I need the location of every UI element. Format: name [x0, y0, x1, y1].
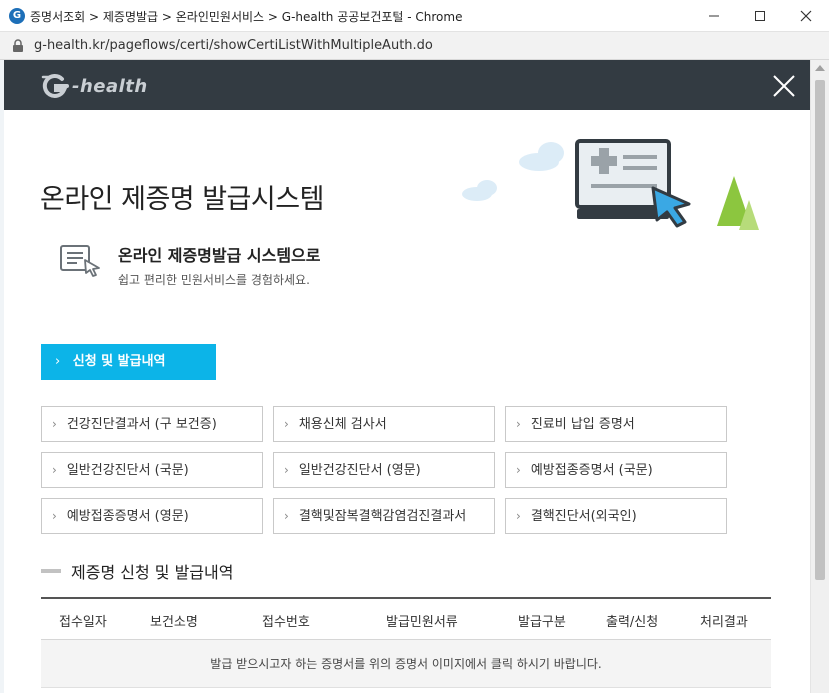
- url-text[interactable]: g-health.kr/pageflows/certi/showCertiLis…: [34, 38, 433, 53]
- intro-subtitle: 쉽고 편리한 민원서비스를 경험하세요.: [118, 273, 310, 287]
- table-empty-row: 발급 받으시고자 하는 증명서를 위의 증명서 이미지에서 클릭 하시기 바랍니…: [41, 640, 771, 688]
- cert-label: 결핵진단서(외국인): [530, 509, 637, 524]
- chevron-right-icon: ›: [284, 509, 289, 523]
- lock-icon: [13, 39, 23, 52]
- chevron-right-icon: ›: [516, 417, 521, 431]
- section-heading: 제증명 신청 및 발급내역: [41, 559, 233, 583]
- window-titlebar: G 증명서조회 > 제증명발급 > 온라인민원서비스 > G-health 공공…: [0, 0, 829, 32]
- document-cursor-icon: [60, 245, 100, 277]
- column-header: 출력/신청: [606, 615, 659, 630]
- site-header: -health: [4, 60, 810, 110]
- column-header: 접수번호: [262, 615, 310, 630]
- hero-illustration: [462, 139, 759, 230]
- scrollbar-thumb[interactable]: [815, 80, 825, 580]
- column-header: 발급민원서류: [386, 615, 458, 630]
- cert-label: 예방접종증명서 (국문): [530, 463, 653, 478]
- chevron-right-icon: ›: [52, 463, 57, 477]
- window-title: 증명서조회 > 제증명발급 > 온라인민원서비스 > G-health 공공보건…: [30, 10, 463, 24]
- close-icon: [800, 10, 812, 22]
- empty-message: 발급 받으시고자 하는 증명서를 위의 증명서 이미지에서 클릭 하시기 바랍니…: [210, 657, 602, 671]
- cert-label: 채용신체 검사서: [298, 417, 387, 432]
- page-content: -health 온라인 제증명 발급시스템 온라인 제증명발급 시스템으로 쉽고…: [4, 60, 810, 693]
- column-header: 접수일자: [59, 615, 107, 630]
- history-table: 접수일자 보건소명 접수번호 발급민원서류 발급구분 출력/신청 처리결과 발급…: [41, 597, 771, 688]
- cert-button-health-exam[interactable]: › 건강진단결과서 (구 보건증): [41, 406, 263, 442]
- cert-label: 일반건강진단서 (영문): [298, 463, 421, 478]
- close-window-button[interactable]: [783, 0, 829, 32]
- address-bar[interactable]: g-health.kr/pageflows/certi/showCertiLis…: [0, 32, 829, 60]
- cert-button-general-health-en[interactable]: › 일반건강진단서 (영문): [273, 452, 495, 488]
- cert-label: 진료비 납입 증명서: [530, 417, 635, 432]
- maximize-button[interactable]: [737, 0, 783, 32]
- cert-button-vaccination-en[interactable]: › 예방접종증명서 (영문): [41, 498, 263, 534]
- section-bar-decoration: [41, 569, 61, 573]
- chevron-right-icon: ›: [55, 354, 61, 369]
- cert-button-vaccination-kr[interactable]: › 예방접종증명서 (국문): [505, 452, 727, 488]
- cert-label: 일반건강진단서 (국문): [66, 463, 189, 478]
- chevron-right-icon: ›: [284, 463, 289, 477]
- scroll-up-arrow-icon[interactable]: [815, 65, 825, 71]
- cert-button-tb-diagnosis-foreigner[interactable]: › 결핵진단서(외국인): [505, 498, 727, 534]
- chevron-right-icon: ›: [52, 417, 57, 431]
- g-logo-icon: [41, 73, 69, 98]
- tab-application-history[interactable]: › 신청 및 발급내역: [41, 344, 216, 380]
- tree-icon: [717, 176, 759, 230]
- tab-label: 신청 및 발급내역: [72, 354, 166, 369]
- cert-button-employment-exam[interactable]: › 채용신체 검사서: [273, 406, 495, 442]
- chevron-right-icon: ›: [52, 509, 57, 523]
- column-header: 처리결과: [700, 615, 748, 630]
- table-header-row: 접수일자 보건소명 접수번호 발급민원서류 발급구분 출력/신청 처리결과: [41, 597, 771, 640]
- logo-text: -health: [72, 75, 148, 97]
- intro-title: 온라인 제증명발급 시스템으로: [118, 246, 321, 265]
- chevron-right-icon: ›: [516, 463, 521, 477]
- chrome-app-icon: G: [9, 8, 25, 24]
- site-logo[interactable]: -health: [40, 73, 148, 99]
- cert-label: 결핵및잠복결핵감염검진결과서: [298, 509, 467, 524]
- certificate-grid: › 건강진단결과서 (구 보건증) › 채용신체 검사서 › 진료비 납입 증명서 ›…: [41, 406, 727, 534]
- cert-label: 건강진단결과서 (구 보건증): [66, 417, 217, 432]
- cloud-icon: [462, 180, 497, 201]
- chevron-right-icon: ›: [516, 509, 521, 523]
- vertical-scrollbar[interactable]: [810, 60, 829, 693]
- minimize-icon: [709, 15, 719, 17]
- cert-button-medical-payment[interactable]: › 진료비 납입 증명서: [505, 406, 727, 442]
- section-title-text: 제증명 신청 및 발급내역: [71, 563, 234, 582]
- cert-button-general-health-kr[interactable]: › 일반건강진단서 (국문): [41, 452, 263, 488]
- chevron-right-icon: ›: [284, 417, 289, 431]
- column-header: 발급구분: [518, 615, 566, 630]
- cloud-icon: [519, 142, 564, 171]
- cert-label: 예방접종증명서 (영문): [66, 509, 189, 524]
- maximize-icon: [755, 11, 765, 21]
- column-header: 보건소명: [150, 615, 198, 630]
- close-icon[interactable]: [771, 73, 797, 99]
- page-title: 온라인 제증명 발급시스템: [40, 184, 324, 215]
- cert-button-tb-screening[interactable]: › 결핵및잠복결핵감염검진결과서: [273, 498, 495, 534]
- minimize-button[interactable]: [691, 0, 737, 32]
